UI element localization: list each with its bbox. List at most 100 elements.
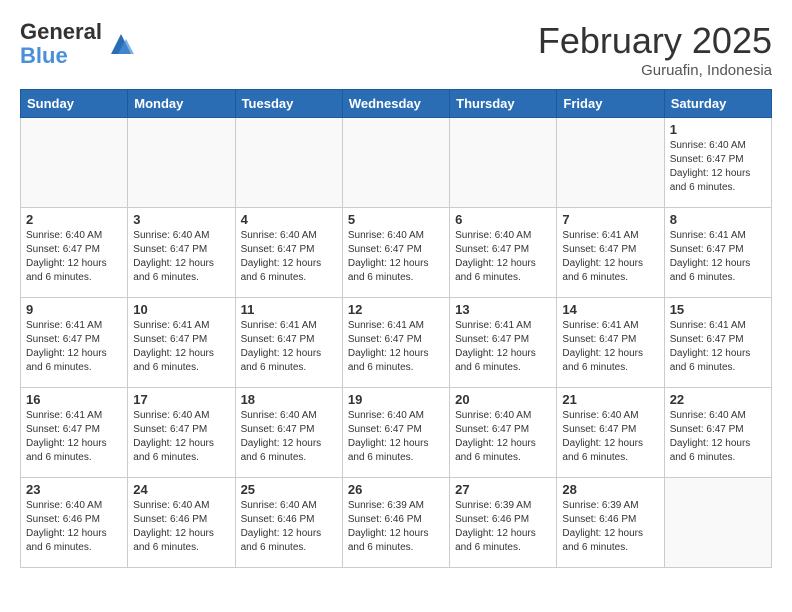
calendar-cell: 3Sunrise: 6:40 AM Sunset: 6:47 PM Daylig… — [128, 208, 235, 298]
header-section: General Blue February 2025 Guruafin, Ind… — [20, 20, 772, 79]
day-info: Sunrise: 6:40 AM Sunset: 6:46 PM Dayligh… — [133, 499, 229, 555]
day-info: Sunrise: 6:40 AM Sunset: 6:47 PM Dayligh… — [133, 229, 229, 285]
calendar-cell: 24Sunrise: 6:40 AM Sunset: 6:46 PM Dayli… — [128, 478, 235, 568]
day-info: Sunrise: 6:41 AM Sunset: 6:47 PM Dayligh… — [26, 319, 122, 375]
weekday-header-friday: Friday — [557, 90, 664, 118]
day-info: Sunrise: 6:40 AM Sunset: 6:47 PM Dayligh… — [670, 139, 766, 195]
calendar-cell: 18 Sunrise: 6:40 AM Sunset: 6:47 PM Dayli… — [235, 388, 342, 478]
calendar-cell: 28 Sunrise: 6:39 AM Sunset: 6:46 PM Dayli… — [557, 478, 664, 568]
logo-general: General — [20, 20, 102, 44]
day-info: Sunrise: 6:41 AM Sunset: 6:47 PM Dayligh… — [348, 319, 444, 375]
day-number: 16 — [26, 392, 122, 407]
day-number: 19 — [348, 392, 444, 407]
calendar-cell: 15Sunrise: 6:41 AM Sunset: 6:47 PM Dayli… — [664, 298, 771, 388]
day-info: Sunrise: 6:40 AM Sunset: 6:47 PM Dayligh… — [348, 229, 444, 285]
page-container: General Blue February 2025 Guruafin, Ind… — [20, 20, 772, 568]
calendar-cell: 27 Sunrise: 6:39 AM Sunset: 6:46 PM Dayli… — [450, 478, 557, 568]
weekday-header-saturday: Saturday — [664, 90, 771, 118]
weekday-header-sunday: Sunday — [21, 90, 128, 118]
calendar-cell — [342, 118, 449, 208]
day-info: Sunrise: 6:40 AM Sunset: 6:47 PM Dayligh… — [241, 409, 337, 465]
day-info: Sunrise: 6:40 AM Sunset: 6:47 PM Dayligh… — [670, 409, 766, 465]
day-info: Sunrise: 6:40 AM Sunset: 6:47 PM Dayligh… — [455, 409, 551, 465]
day-info: Sunrise: 6:40 AM Sunset: 6:46 PM Dayligh… — [241, 499, 337, 555]
week-row-3: 16 Sunrise: 6:41 AM Sunset: 6:47 PM Dayli… — [21, 388, 772, 478]
day-info: Sunrise: 6:41 AM Sunset: 6:47 PM Dayligh… — [670, 319, 766, 375]
calendar-cell: 9 Sunrise: 6:41 AM Sunset: 6:47 PM Daylig… — [21, 298, 128, 388]
calendar-cell: 20 Sunrise: 6:40 AM Sunset: 6:47 PM Dayli… — [450, 388, 557, 478]
day-number: 25 — [241, 482, 337, 497]
logo: General Blue — [20, 20, 136, 68]
calendar-cell: 17 Sunrise: 6:40 AM Sunset: 6:47 PM Dayli… — [128, 388, 235, 478]
day-info: Sunrise: 6:40 AM Sunset: 6:46 PM Dayligh… — [26, 499, 122, 555]
calendar-cell — [128, 118, 235, 208]
logo-blue: Blue — [20, 44, 102, 68]
calendar-cell: 10 Sunrise: 6:41 AM Sunset: 6:47 PM Dayli… — [128, 298, 235, 388]
calendar-cell: 1 Sunrise: 6:40 AM Sunset: 6:47 PM Daylig… — [664, 118, 771, 208]
day-info: Sunrise: 6:40 AM Sunset: 6:47 PM Dayligh… — [562, 409, 658, 465]
calendar-cell: 23 Sunrise: 6:40 AM Sunset: 6:46 PM Dayli… — [21, 478, 128, 568]
day-number: 11 — [241, 302, 337, 317]
day-info: Sunrise: 6:41 AM Sunset: 6:47 PM Dayligh… — [562, 229, 658, 285]
calendar-cell: 16 Sunrise: 6:41 AM Sunset: 6:47 PM Dayli… — [21, 388, 128, 478]
week-row-1: 2 Sunrise: 6:40 AM Sunset: 6:47 PM Daylig… — [21, 208, 772, 298]
weekday-header-row: SundayMondayTuesdayWednesdayThursdayFrid… — [21, 90, 772, 118]
calendar-cell: 11Sunrise: 6:41 AM Sunset: 6:47 PM Dayli… — [235, 298, 342, 388]
calendar-cell: 25 Sunrise: 6:40 AM Sunset: 6:46 PM Dayli… — [235, 478, 342, 568]
title-block: February 2025 Guruafin, Indonesia — [538, 20, 772, 79]
day-number: 21 — [562, 392, 658, 407]
day-number: 5 — [348, 212, 444, 227]
day-number: 23 — [26, 482, 122, 497]
weekday-header-thursday: Thursday — [450, 90, 557, 118]
day-number: 9 — [26, 302, 122, 317]
day-number: 28 — [562, 482, 658, 497]
calendar-cell — [664, 478, 771, 568]
day-number: 20 — [455, 392, 551, 407]
day-info: Sunrise: 6:41 AM Sunset: 6:47 PM Dayligh… — [26, 409, 122, 465]
day-number: 17 — [133, 392, 229, 407]
day-info: Sunrise: 6:41 AM Sunset: 6:47 PM Dayligh… — [670, 229, 766, 285]
calendar-cell: 19 Sunrise: 6:40 AM Sunset: 6:47 PM Dayli… — [342, 388, 449, 478]
calendar-cell — [557, 118, 664, 208]
day-number: 14 — [562, 302, 658, 317]
day-info: Sunrise: 6:40 AM Sunset: 6:47 PM Dayligh… — [26, 229, 122, 285]
day-info: Sunrise: 6:41 AM Sunset: 6:47 PM Dayligh… — [455, 319, 551, 375]
day-info: Sunrise: 6:41 AM Sunset: 6:47 PM Dayligh… — [133, 319, 229, 375]
day-number: 22 — [670, 392, 766, 407]
calendar-cell — [21, 118, 128, 208]
calendar-cell: 12Sunrise: 6:41 AM Sunset: 6:47 PM Dayli… — [342, 298, 449, 388]
day-number: 6 — [455, 212, 551, 227]
day-number: 4 — [241, 212, 337, 227]
calendar-title: February 2025 — [538, 20, 772, 62]
calendar-cell: 14 Sunrise: 6:41 AM Sunset: 6:47 PM Dayli… — [557, 298, 664, 388]
day-number: 2 — [26, 212, 122, 227]
calendar-cell: 8Sunrise: 6:41 AM Sunset: 6:47 PM Daylig… — [664, 208, 771, 298]
week-row-4: 23 Sunrise: 6:40 AM Sunset: 6:46 PM Dayli… — [21, 478, 772, 568]
day-number: 26 — [348, 482, 444, 497]
weekday-header-monday: Monday — [128, 90, 235, 118]
week-row-2: 9 Sunrise: 6:41 AM Sunset: 6:47 PM Daylig… — [21, 298, 772, 388]
calendar-cell: 7 Sunrise: 6:41 AM Sunset: 6:47 PM Daylig… — [557, 208, 664, 298]
day-info: Sunrise: 6:40 AM Sunset: 6:47 PM Dayligh… — [241, 229, 337, 285]
calendar-cell: 13 Sunrise: 6:41 AM Sunset: 6:47 PM Dayli… — [450, 298, 557, 388]
calendar-cell — [235, 118, 342, 208]
day-number: 27 — [455, 482, 551, 497]
day-info: Sunrise: 6:41 AM Sunset: 6:47 PM Dayligh… — [562, 319, 658, 375]
day-number: 10 — [133, 302, 229, 317]
calendar-table: SundayMondayTuesdayWednesdayThursdayFrid… — [20, 89, 772, 568]
calendar-cell: 21 Sunrise: 6:40 AM Sunset: 6:47 PM Dayli… — [557, 388, 664, 478]
day-number: 13 — [455, 302, 551, 317]
calendar-cell: 6 Sunrise: 6:40 AM Sunset: 6:47 PM Daylig… — [450, 208, 557, 298]
day-info: Sunrise: 6:40 AM Sunset: 6:47 PM Dayligh… — [133, 409, 229, 465]
day-info: Sunrise: 6:40 AM Sunset: 6:47 PM Dayligh… — [455, 229, 551, 285]
day-info: Sunrise: 6:39 AM Sunset: 6:46 PM Dayligh… — [562, 499, 658, 555]
calendar-cell: 2 Sunrise: 6:40 AM Sunset: 6:47 PM Daylig… — [21, 208, 128, 298]
day-number: 1 — [670, 122, 766, 137]
day-number: 18 — [241, 392, 337, 407]
logo-icon — [106, 29, 136, 59]
calendar-cell: 4 Sunrise: 6:40 AM Sunset: 6:47 PM Daylig… — [235, 208, 342, 298]
day-number: 7 — [562, 212, 658, 227]
day-info: Sunrise: 6:40 AM Sunset: 6:47 PM Dayligh… — [348, 409, 444, 465]
calendar-cell: 22 Sunrise: 6:40 AM Sunset: 6:47 PM Dayli… — [664, 388, 771, 478]
day-info: Sunrise: 6:39 AM Sunset: 6:46 PM Dayligh… — [455, 499, 551, 555]
